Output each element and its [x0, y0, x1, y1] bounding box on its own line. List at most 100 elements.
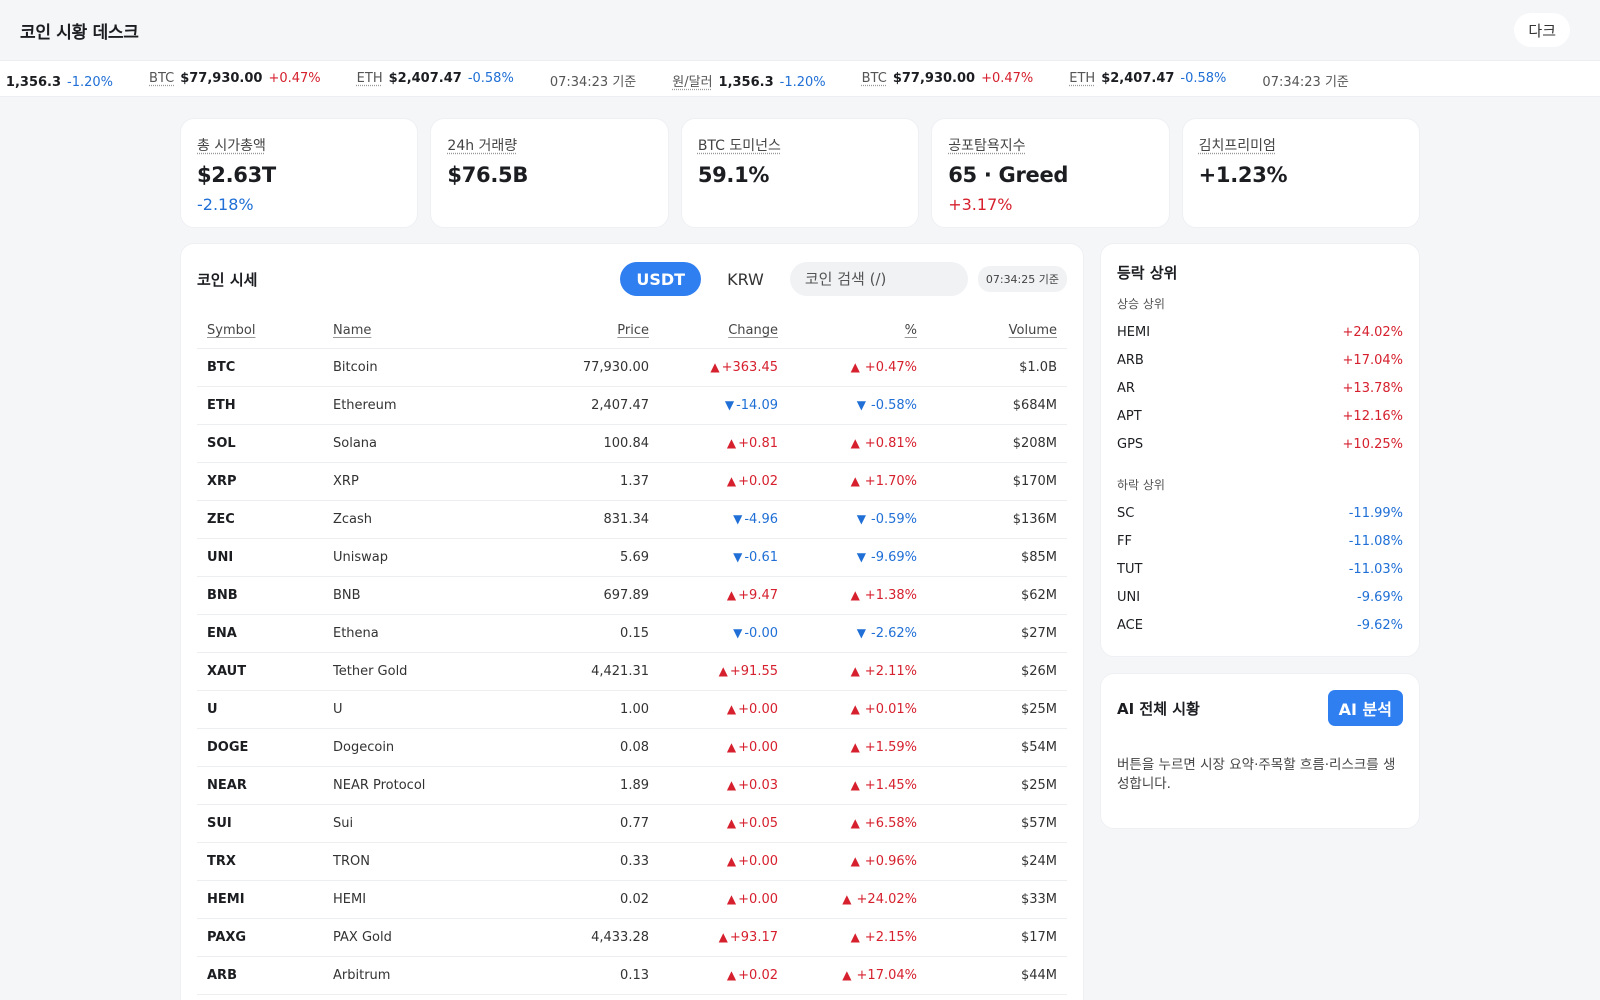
currency-krw-button[interactable]: KRW: [711, 262, 780, 296]
mover-row[interactable]: SC -11.99%: [1117, 499, 1403, 527]
table-row[interactable]: ARB Arbitrum 0.13 ▲ +0.02 ▲ +17.04% $44M: [197, 956, 1067, 995]
cell-percent: ▲ +17.04%: [788, 956, 927, 995]
down-triangle-icon: ▼: [856, 625, 866, 640]
table-row[interactable]: XRP XRP 1.37 ▲ +0.02 ▲ +1.70% $170M: [197, 462, 1067, 501]
ticker-label[interactable]: 원/달러: [672, 71, 712, 90]
ticker-value: $2,407.47: [388, 71, 462, 86]
table-row[interactable]: SUI Sui 0.77 ▲ +0.05 ▲ +6.58% $57M: [197, 804, 1067, 843]
mover-row[interactable]: TUT -11.03%: [1117, 555, 1403, 583]
market-table: Symbol Name Price Change % Volume BTC Bit…: [197, 314, 1067, 995]
table-row[interactable]: HEMI HEMI 0.02 ▲ +0.00 ▲ +24.02% $33M: [197, 880, 1067, 919]
mover-row[interactable]: ARB +17.04%: [1117, 346, 1403, 374]
ticker-label[interactable]: BTC: [862, 71, 887, 86]
stat-value: $76.5B: [447, 163, 529, 187]
cell-percent: ▲ +0.81%: [788, 424, 927, 463]
cell-change: ▲ +0.81: [659, 424, 788, 463]
cell-change: ▲ +0.00: [659, 690, 788, 729]
ticker-change: -0.58%: [467, 71, 514, 86]
change-value: +0.00: [738, 701, 778, 717]
mover-row[interactable]: ACE -9.62%: [1117, 611, 1403, 639]
mover-row[interactable]: AR +13.78%: [1117, 374, 1403, 402]
cell-change: ▼ -0.61: [659, 538, 788, 577]
col-price[interactable]: Price: [617, 323, 649, 338]
cell-price: 0.13: [503, 956, 659, 995]
col-name[interactable]: Name: [333, 323, 371, 338]
currency-usdt-button[interactable]: USDT: [620, 262, 702, 296]
table-row[interactable]: XAUT Tether Gold 4,421.31 ▲ +91.55 ▲ +2.11% $26…: [197, 652, 1067, 691]
col-volume[interactable]: Volume: [1009, 323, 1057, 338]
mover-percent: -9.69%: [1357, 589, 1403, 605]
cell-volume: $25M: [927, 766, 1067, 805]
stat-card: BTC 도미넌스 59.1%: [680, 118, 920, 228]
cell-percent: ▲ +2.11%: [788, 652, 927, 691]
table-row[interactable]: U U 1.00 ▲ +0.00 ▲ +0.01% $25M: [197, 690, 1067, 729]
cell-volume: $684M: [927, 386, 1067, 425]
cell-price: 0.15: [503, 614, 659, 653]
mover-row[interactable]: HEMI +24.02%: [1117, 318, 1403, 346]
mover-row[interactable]: GPS +10.25%: [1117, 430, 1403, 458]
ticker-label[interactable]: BTC: [149, 71, 174, 86]
table-row[interactable]: UNI Uniswap 5.69 ▼ -0.61 ▼ -9.69% $85M: [197, 538, 1067, 577]
percent-value: -9.69%: [871, 549, 917, 565]
table-row[interactable]: ETH Ethereum 2,407.47 ▼ -14.09 ▼ -0.58% $684M: [197, 386, 1067, 425]
cell-name: PAX Gold: [323, 918, 503, 957]
ticker-item: ETH $2,407.47 -0.58%: [1069, 71, 1226, 90]
ticker-time: 07:34:23 기준: [550, 71, 636, 90]
table-row[interactable]: DOGE Dogecoin 0.08 ▲ +0.00 ▲ +1.59% $54M: [197, 728, 1067, 767]
coin-search-input[interactable]: [789, 262, 968, 296]
table-row[interactable]: PAXG PAX Gold 4,433.28 ▲ +93.17 ▲ +2.15% $17M: [197, 918, 1067, 957]
stat-label[interactable]: BTC 도미넌스: [698, 135, 902, 155]
stat-label[interactable]: 총 시가총액: [197, 135, 401, 155]
table-row[interactable]: TRX TRON 0.33 ▲ +0.00 ▲ +0.96% $24M: [197, 842, 1067, 881]
stat-label[interactable]: 김치프리미엄: [1199, 135, 1403, 155]
col-symbol[interactable]: Symbol: [207, 323, 255, 338]
cell-change: ▲ +0.02: [659, 462, 788, 501]
theme-toggle-button[interactable]: 다크: [1514, 13, 1570, 47]
down-triangle-icon: ▼: [856, 397, 866, 412]
market-updated-badge: 07:34:25 기준: [977, 266, 1067, 292]
app-header: 코인 시황 데스크 다크: [0, 0, 1600, 60]
ticker-value: 1,356.3: [5, 75, 62, 90]
table-row[interactable]: ZEC Zcash 831.34 ▼ -4.96 ▼ -0.59% $136M: [197, 500, 1067, 539]
change-value: -0.61: [744, 549, 778, 565]
up-triangle-icon: ▲: [726, 891, 737, 906]
cell-price: 5.69: [503, 538, 659, 577]
cell-symbol: ENA: [197, 614, 323, 653]
cell-change: ▼ -4.96: [659, 500, 788, 539]
cell-price: 0.33: [503, 842, 659, 881]
stat-label[interactable]: 공포탐욕지수: [948, 135, 1152, 155]
cell-percent: ▲ +6.58%: [788, 804, 927, 843]
market-panel-header: 코인 시세 USDT KRW 07:34:25 기준: [197, 244, 1067, 314]
cell-name: BNB: [323, 576, 503, 615]
ticker-label[interactable]: ETH: [357, 71, 383, 86]
up-triangle-icon: ▲: [718, 663, 728, 678]
mover-row[interactable]: APT +12.16%: [1117, 402, 1403, 430]
cell-name: Uniswap: [323, 538, 503, 577]
ticker-label[interactable]: ETH: [1069, 71, 1095, 86]
table-row[interactable]: BTC Bitcoin 77,930.00 ▲ +363.45 ▲ +0.47% $1.0B: [197, 348, 1067, 387]
mover-percent: -9.62%: [1357, 617, 1403, 633]
percent-value: +1.70%: [864, 473, 917, 489]
up-triangle-icon: ▲: [842, 891, 852, 906]
percent-value: +1.38%: [864, 587, 917, 603]
ticker-value: $2,407.47: [1101, 71, 1175, 86]
mover-percent: +10.25%: [1342, 436, 1403, 452]
col-percent[interactable]: %: [905, 323, 917, 338]
cell-symbol: XRP: [197, 462, 323, 501]
table-row[interactable]: NEAR NEAR Protocol 1.89 ▲ +0.03 ▲ +1.45% $25M: [197, 766, 1067, 805]
mover-row[interactable]: FF -11.08%: [1117, 527, 1403, 555]
gainers-label: 상승 상위: [1117, 297, 1165, 311]
change-value: +0.00: [738, 853, 778, 869]
change-value: +0.02: [738, 967, 778, 983]
ticker-change: -1.20%: [67, 75, 114, 90]
mover-row[interactable]: UNI -9.69%: [1117, 583, 1403, 611]
up-triangle-icon: ▲: [850, 663, 860, 678]
stat-card: 24h 거래량 $76.5B: [430, 118, 669, 228]
table-row[interactable]: ENA Ethena 0.15 ▼ -0.00 ▼ -2.62% $27M: [197, 614, 1067, 653]
table-row[interactable]: BNB BNB 697.89 ▲ +9.47 ▲ +1.38% $62M: [197, 576, 1067, 615]
ai-analyze-button[interactable]: AI 분석: [1327, 690, 1403, 726]
table-row[interactable]: SOL Solana 100.84 ▲ +0.81 ▲ +0.81% $208M: [197, 424, 1067, 463]
col-change[interactable]: Change: [728, 323, 778, 338]
stat-label[interactable]: 24h 거래량: [447, 135, 651, 155]
ticker-item: BTC $77,930.00 +0.47%: [149, 71, 321, 90]
